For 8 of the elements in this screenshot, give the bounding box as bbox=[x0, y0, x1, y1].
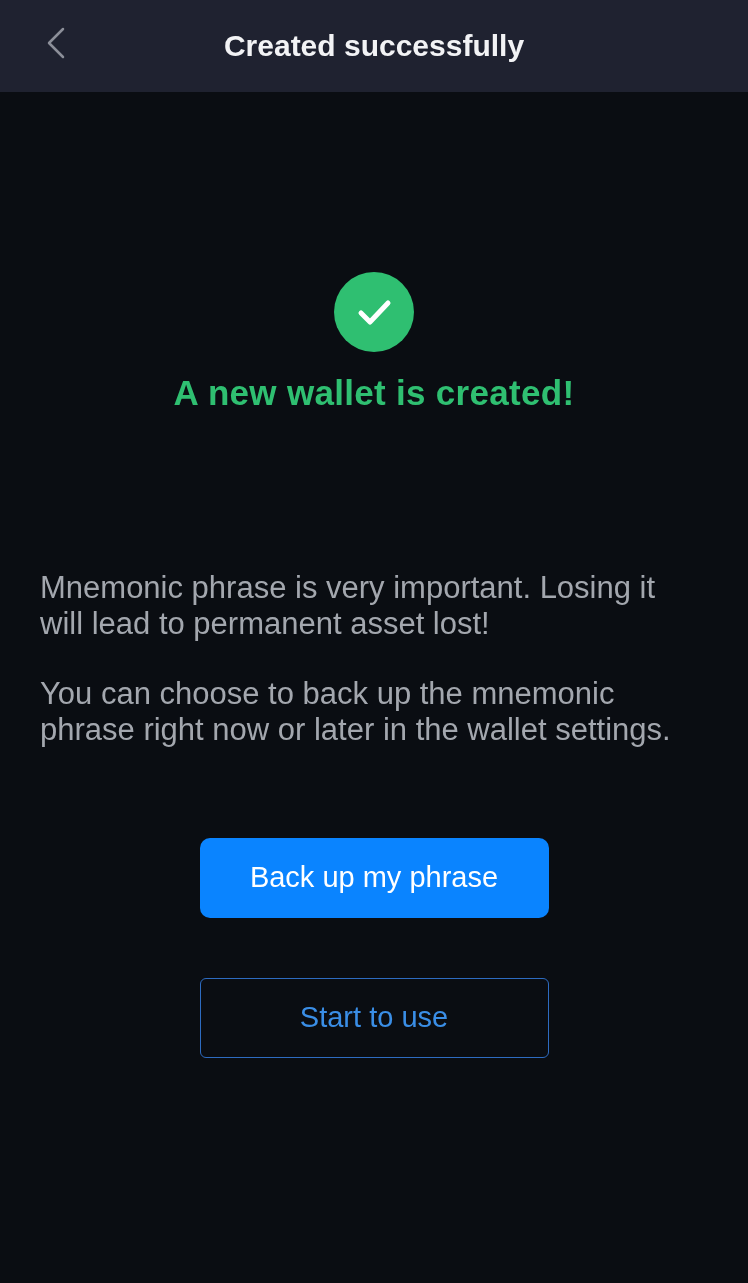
chevron-left-icon bbox=[46, 27, 66, 59]
back-up-button[interactable]: Back up my phrase bbox=[199, 838, 549, 918]
info-paragraph: You can choose to back up the mnemonic phrase right now or later in the wallet settings. bbox=[40, 676, 672, 748]
check-circle-icon bbox=[334, 272, 414, 352]
info-paragraph: Mnemonic phrase is very important. Losing it will lead to permanent asset lost! bbox=[40, 570, 657, 642]
start-button[interactable]: Start to use bbox=[199, 978, 549, 1058]
header-title: Created successfully bbox=[223, 31, 525, 61]
status-message: A new wallet is created! bbox=[173, 374, 575, 412]
